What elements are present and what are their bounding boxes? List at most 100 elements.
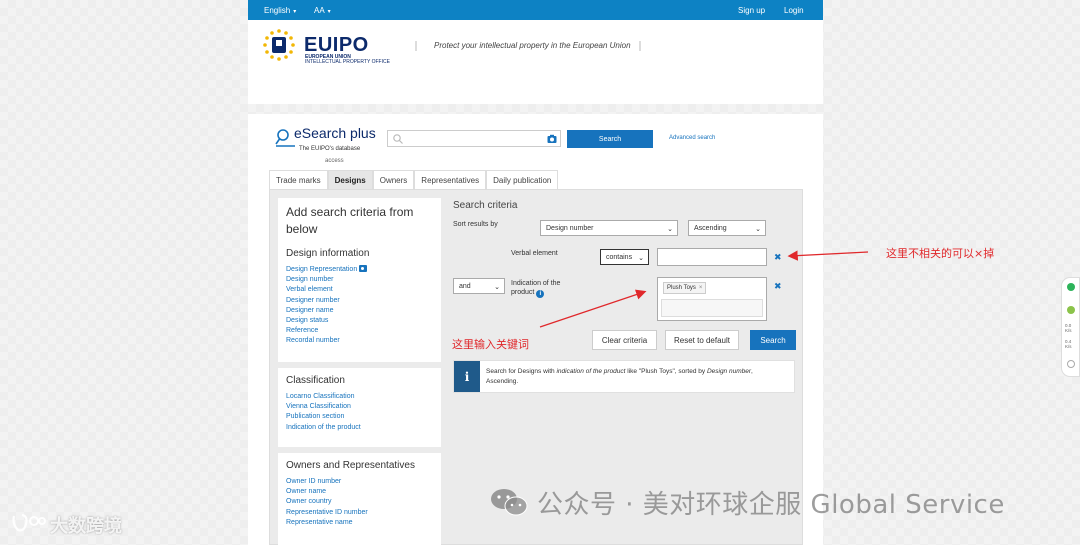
search-icon bbox=[393, 134, 403, 144]
picker-heading: Add search criteria from below bbox=[286, 205, 414, 236]
tag-chip: Plush Toys × bbox=[663, 282, 707, 294]
link-owner-id-number[interactable]: Owner ID number bbox=[286, 477, 368, 487]
owners-representatives-links: Owner ID number Owner name Owner country… bbox=[286, 477, 368, 528]
verbal-element-label: Verbal element bbox=[511, 250, 558, 257]
link-publication-section[interactable]: Publication section bbox=[286, 412, 361, 422]
link-label: Design Representation bbox=[286, 266, 358, 273]
classification-title: Classification bbox=[286, 375, 345, 386]
link-designer-number[interactable]: Designer number bbox=[286, 296, 367, 306]
design-information-links: Design Representation Design number Verb… bbox=[286, 265, 368, 347]
camera-icon[interactable] bbox=[547, 134, 557, 144]
sort-order-value: Ascending bbox=[694, 224, 727, 232]
logo-subtitle-2: INTELLECTUAL PROPERTY OFFICE bbox=[305, 59, 390, 65]
info-icon[interactable]: i bbox=[536, 290, 545, 298]
speed-unit: K/s bbox=[1065, 328, 1072, 333]
tab-representatives[interactable]: Representatives bbox=[414, 170, 487, 189]
logic-operator-select[interactable]: and ⌄ bbox=[453, 278, 505, 294]
summary-part: indication of the product bbox=[556, 368, 626, 375]
annotation-keyword-note: 这里输入关键词 bbox=[452, 338, 529, 351]
divider bbox=[278, 362, 441, 368]
clear-criteria-button[interactable]: Clear criteria bbox=[592, 330, 657, 350]
quick-search-button[interactable]: Search bbox=[567, 130, 653, 148]
euipo-stars-icon bbox=[263, 29, 295, 61]
caret-down-icon: ▾ bbox=[327, 9, 331, 15]
power-icon[interactable] bbox=[1067, 360, 1075, 368]
tab-designs[interactable]: Designs bbox=[327, 170, 373, 189]
indication-label: Indication of the product i bbox=[511, 279, 581, 298]
link-indication-of-product[interactable]: Indication of the product bbox=[286, 423, 361, 433]
status-dot-icon bbox=[1067, 283, 1075, 291]
watermark-text: 公众号 · 美对环球企服 Global Service bbox=[537, 490, 1005, 520]
network-speed-widget[interactable]: 0.0 K/s 0.4 K/s bbox=[1061, 277, 1080, 377]
tab-trade-marks[interactable]: Trade marks bbox=[269, 170, 328, 189]
tab-bar: Trade marks Designs Owners Representativ… bbox=[269, 170, 559, 189]
chevron-down-icon: ⌄ bbox=[667, 226, 673, 233]
language-label: English bbox=[264, 6, 291, 15]
link-designer-name[interactable]: Designer name bbox=[286, 306, 367, 316]
sign-up-link[interactable]: Sign up bbox=[738, 6, 765, 15]
speed-down-value: 0.4 K/s bbox=[1065, 339, 1072, 349]
link-design-number[interactable]: Design number bbox=[286, 275, 367, 285]
summary-text: Search for Designs with indication of th… bbox=[486, 367, 786, 387]
classification-links: Locarno Classification Vienna Classifica… bbox=[286, 392, 361, 433]
link-locarno-classification[interactable]: Locarno Classification bbox=[286, 392, 361, 402]
speed-unit: K/s bbox=[1065, 344, 1072, 349]
link-reference[interactable]: Reference bbox=[286, 326, 367, 336]
divider bbox=[415, 41, 417, 51]
tag-remove-icon[interactable]: × bbox=[699, 285, 703, 291]
sort-label: Sort results by bbox=[453, 221, 498, 228]
search-criteria-title: Search criteria bbox=[453, 200, 518, 211]
summary-part: Design number bbox=[706, 368, 752, 375]
link-representative-id-number[interactable]: Representative ID number bbox=[286, 508, 368, 518]
verbal-element-input[interactable] bbox=[657, 248, 767, 266]
site-header: EUIPO EUROPEAN UNION INTELLECTUAL PROPER… bbox=[248, 20, 823, 104]
link-owner-country[interactable]: Owner country bbox=[286, 497, 368, 507]
quick-search-input[interactable] bbox=[387, 130, 561, 147]
watermark-brand: 大数跨境 bbox=[50, 516, 122, 537]
reset-default-button[interactable]: Reset to default bbox=[665, 330, 739, 350]
advanced-search-link[interactable]: Advanced search bbox=[669, 135, 715, 141]
chevron-down-icon: ⌄ bbox=[494, 284, 500, 291]
summary-part: Search for Designs with bbox=[486, 368, 557, 375]
verbal-operator-select[interactable]: contains ⌄ bbox=[600, 249, 649, 265]
link-verbal-element[interactable]: Verbal element bbox=[286, 285, 367, 295]
divider bbox=[278, 447, 441, 453]
status-dot-icon bbox=[1067, 306, 1075, 314]
top-bar: English ▾ AA ▾ Sign up Login bbox=[248, 0, 823, 20]
verbal-operator-value: contains bbox=[606, 253, 633, 261]
link-recordal-number[interactable]: Recordal number bbox=[286, 336, 367, 346]
remove-indication-criterion-icon[interactable]: ✖ bbox=[774, 281, 782, 292]
indication-tags-input[interactable]: Plush Toys × bbox=[657, 277, 767, 321]
login-link[interactable]: Login bbox=[784, 6, 804, 15]
design-information-title: Design information bbox=[286, 248, 370, 259]
link-design-representation[interactable]: Design Representation bbox=[286, 265, 368, 275]
summary-part: like "Plush Toys", sorted by bbox=[625, 368, 707, 375]
remove-verbal-criterion-icon[interactable]: ✖ bbox=[774, 252, 782, 263]
camera-icon bbox=[359, 265, 368, 272]
esearch-title: eSearch plus bbox=[294, 125, 376, 141]
link-owner-name[interactable]: Owner name bbox=[286, 487, 368, 497]
language-selector[interactable]: English ▾ bbox=[264, 6, 296, 15]
font-size-selector[interactable]: AA ▾ bbox=[314, 6, 331, 15]
caret-down-icon: ▾ bbox=[293, 9, 297, 15]
chevron-down-icon: ⌄ bbox=[755, 226, 761, 233]
sort-order-select[interactable]: Ascending ⌄ bbox=[688, 220, 766, 236]
info-icon: i bbox=[454, 361, 480, 392]
esearch-subtitle: The EUIPO's database bbox=[299, 146, 361, 152]
link-vienna-classification[interactable]: Vienna Classification bbox=[286, 402, 361, 412]
tag-entry-field[interactable] bbox=[661, 299, 763, 317]
tab-owners[interactable]: Owners bbox=[372, 170, 415, 189]
search-criteria-button[interactable]: Search bbox=[750, 330, 796, 350]
sort-field-value: Design number bbox=[546, 224, 594, 232]
chevron-down-icon: ⌄ bbox=[638, 255, 644, 262]
watermark-logo-icon bbox=[12, 513, 46, 532]
header-tagline: Protect your intellectual property in th… bbox=[434, 41, 631, 50]
speed-up-value: 0.0 K/s bbox=[1065, 323, 1072, 333]
divider bbox=[639, 41, 641, 51]
tab-daily-publication[interactable]: Daily publication bbox=[486, 170, 559, 189]
wechat-icon bbox=[491, 489, 528, 516]
link-representative-name[interactable]: Representative name bbox=[286, 518, 368, 528]
main-panel: eSearch plus The EUIPO's database access… bbox=[248, 114, 823, 545]
sort-field-select[interactable]: Design number ⌄ bbox=[540, 220, 678, 236]
link-design-status[interactable]: Design status bbox=[286, 316, 367, 326]
